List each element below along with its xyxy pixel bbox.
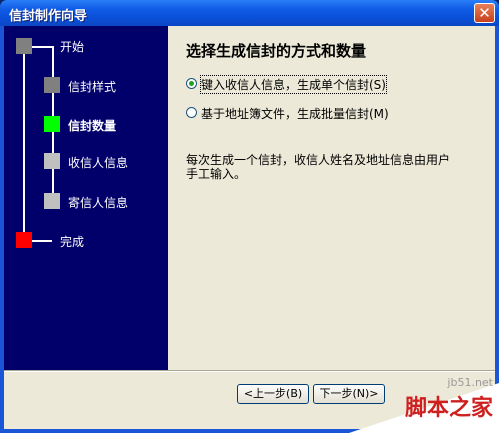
footer-divider-highlight bbox=[4, 371, 495, 372]
step-label-envelope-count: 信封数量 bbox=[68, 119, 117, 133]
window-title: 信封制作向导 bbox=[9, 9, 88, 24]
step-marker-envelope-count bbox=[44, 116, 60, 132]
step-marker-start bbox=[16, 38, 32, 54]
step-marker-recipient bbox=[44, 153, 60, 169]
watermark-name: 脚本之家 bbox=[404, 396, 493, 421]
steps-connector-top bbox=[32, 46, 52, 48]
close-icon: ✕ bbox=[478, 4, 491, 22]
title-bar[interactable]: 信封制作向导 ✕ bbox=[0, 0, 499, 26]
watermark-site: jb51.net bbox=[447, 376, 493, 389]
step-marker-envelope-style bbox=[44, 77, 60, 93]
back-button[interactable]: <上一步(B) bbox=[237, 384, 309, 404]
radio-single[interactable] bbox=[186, 78, 197, 89]
option-single-label[interactable]: 键入收信人信息，生成单个信封(S) bbox=[200, 75, 387, 94]
wizard-window: 信封制作向导 ✕ 开始 信封样式 信封数量 收信人信息 寄信人信息 完成 选择生… bbox=[0, 0, 499, 433]
step-label-envelope-style: 信封样式 bbox=[68, 80, 117, 94]
step-label-finish: 完成 bbox=[60, 235, 85, 249]
close-button[interactable]: ✕ bbox=[474, 3, 495, 23]
option-description: 每次生成一个信封，收信人姓名及地址信息由用户手工输入。 bbox=[186, 153, 451, 181]
step-label-recipient: 收信人信息 bbox=[68, 156, 129, 170]
step-label-start: 开始 bbox=[60, 40, 85, 54]
page-heading: 选择生成信封的方式和数量 bbox=[186, 42, 367, 60]
option-batch-label[interactable]: 基于地址簿文件，生成批量信封(M) bbox=[201, 105, 389, 122]
step-marker-finish bbox=[16, 232, 32, 248]
steps-connector-bottom bbox=[32, 240, 52, 242]
radio-batch[interactable] bbox=[186, 107, 197, 118]
steps-connector-line bbox=[23, 46, 25, 239]
step-label-sender: 寄信人信息 bbox=[68, 196, 129, 210]
step-marker-sender bbox=[44, 193, 60, 209]
